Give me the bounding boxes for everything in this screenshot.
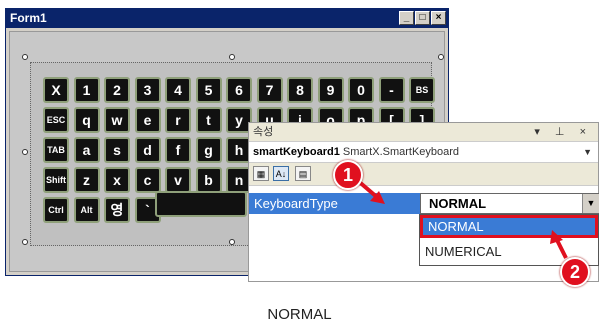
alphabetical-sort-icon[interactable]: A↓	[273, 166, 289, 181]
key-row5-2[interactable]: 영	[104, 197, 130, 223]
resize-handle[interactable]	[438, 54, 444, 60]
key-row1-8[interactable]: 8	[287, 77, 313, 103]
key-row2-1[interactable]: q	[73, 107, 100, 133]
key-row1-4[interactable]: 4	[165, 77, 191, 103]
maximize-button[interactable]: □	[415, 11, 430, 25]
object-name: smartKeyboard1	[253, 146, 340, 158]
key-row2-0[interactable]: ESC	[43, 107, 69, 133]
property-row-keyboardtype[interactable]: KeyboardType NORMAL ▼	[249, 193, 599, 214]
chevron-down-icon[interactable]: ▼	[583, 142, 592, 162]
property-pages-icon[interactable]: ▤	[295, 166, 311, 181]
properties-title: 속성	[253, 126, 274, 138]
key-row1-6[interactable]: 6	[226, 77, 252, 103]
object-type: SmartX.SmartKeyboard	[342, 146, 460, 158]
key-row2-4[interactable]: r	[165, 107, 191, 133]
object-selector[interactable]: smartKeyboard1 SmartX.SmartKeyboard ▼	[249, 142, 598, 163]
key-row1-1[interactable]: 1	[73, 77, 100, 103]
step-marker-2: 2	[560, 257, 590, 287]
key-row4-0[interactable]: Shift	[43, 167, 69, 193]
properties-toolbar: ▦ A↓ ▤	[249, 163, 598, 186]
option-normal[interactable]: NORMAL	[420, 215, 598, 238]
form-title: Form1	[10, 11, 47, 25]
key-row2-2[interactable]: w	[104, 107, 130, 133]
key-row5-0[interactable]: Ctrl	[43, 197, 69, 223]
key-row2-5[interactable]: t	[195, 107, 222, 133]
resize-handle[interactable]	[229, 54, 235, 60]
form-titlebar[interactable]: Form1 _ □ ×	[6, 9, 448, 28]
key-row3-0[interactable]: TAB	[43, 137, 69, 163]
key-row4-4[interactable]: v	[165, 167, 191, 193]
property-value-select[interactable]: NORMAL ▼	[420, 193, 599, 214]
key-row1-3[interactable]: 3	[134, 77, 161, 103]
property-name: KeyboardType	[254, 196, 338, 211]
key-row2-3[interactable]: e	[134, 107, 161, 133]
key-row1-0[interactable]: X	[43, 77, 69, 103]
resize-handle[interactable]	[22, 239, 28, 245]
key-row1-5[interactable]: 5	[195, 77, 222, 103]
key-row5-1[interactable]: Alt	[73, 197, 100, 223]
step-marker-1: 1	[333, 160, 363, 190]
key-row3-3[interactable]: d	[134, 137, 161, 163]
caption: NORMAL	[267, 306, 332, 323]
key-row3-5[interactable]: g	[195, 137, 222, 163]
key-row1-10[interactable]: 0	[348, 77, 374, 103]
key-row1-11[interactable]: -	[378, 77, 405, 103]
resize-handle[interactable]	[22, 149, 28, 155]
spacebar-key[interactable]	[155, 191, 247, 217]
property-value: NORMAL	[429, 196, 487, 211]
key-row1-12[interactable]: BS	[409, 77, 435, 103]
key-row4-2[interactable]: x	[104, 167, 130, 193]
key-row1-2[interactable]: 2	[104, 77, 130, 103]
dropdown-arrow-icon[interactable]: ▼	[582, 194, 599, 213]
key-row4-3[interactable]: c	[134, 167, 161, 193]
key-row3-1[interactable]: a	[73, 137, 100, 163]
key-row1-7[interactable]: 7	[256, 77, 283, 103]
minimize-button[interactable]: _	[399, 11, 414, 25]
panel-controls[interactable]: ▾ ⊥ ×	[534, 123, 592, 141]
properties-header: 속성 ▾ ⊥ ×	[249, 123, 598, 142]
resize-handle[interactable]	[22, 54, 28, 60]
key-row4-5[interactable]: b	[195, 167, 222, 193]
key-row3-2[interactable]: s	[104, 137, 130, 163]
resize-handle[interactable]	[229, 239, 235, 245]
close-button[interactable]: ×	[431, 11, 446, 25]
key-row1-9[interactable]: 9	[317, 77, 344, 103]
key-row3-4[interactable]: f	[165, 137, 191, 163]
key-row4-1[interactable]: z	[73, 167, 100, 193]
categorized-icon[interactable]: ▦	[253, 166, 269, 181]
